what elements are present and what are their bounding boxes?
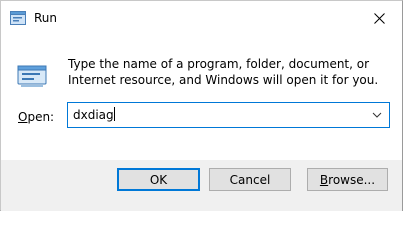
open-combobox[interactable]: dxdiag xyxy=(67,102,390,128)
ok-button[interactable]: OK xyxy=(117,168,200,191)
open-input[interactable]: dxdiag xyxy=(73,107,353,122)
chevron-down-icon[interactable] xyxy=(371,109,383,121)
title-bar[interactable]: Run xyxy=(1,1,402,35)
close-button[interactable] xyxy=(356,1,402,35)
run-icon xyxy=(17,65,47,87)
cancel-button[interactable]: Cancel xyxy=(209,168,291,191)
browse-button[interactable]: Browse... xyxy=(307,168,388,191)
button-bar: OK Cancel Browse... xyxy=(1,160,402,211)
close-icon xyxy=(373,12,385,24)
window-title: Run xyxy=(34,11,58,25)
run-dialog: Run Type the name of a program, folder, … xyxy=(0,0,403,211)
run-icon xyxy=(10,11,26,25)
text-caret xyxy=(113,107,115,121)
dialog-description: Type the name of a program, folder, docu… xyxy=(68,57,379,87)
dialog-body: Type the name of a program, folder, docu… xyxy=(1,35,402,160)
open-label: Open: xyxy=(18,110,55,124)
